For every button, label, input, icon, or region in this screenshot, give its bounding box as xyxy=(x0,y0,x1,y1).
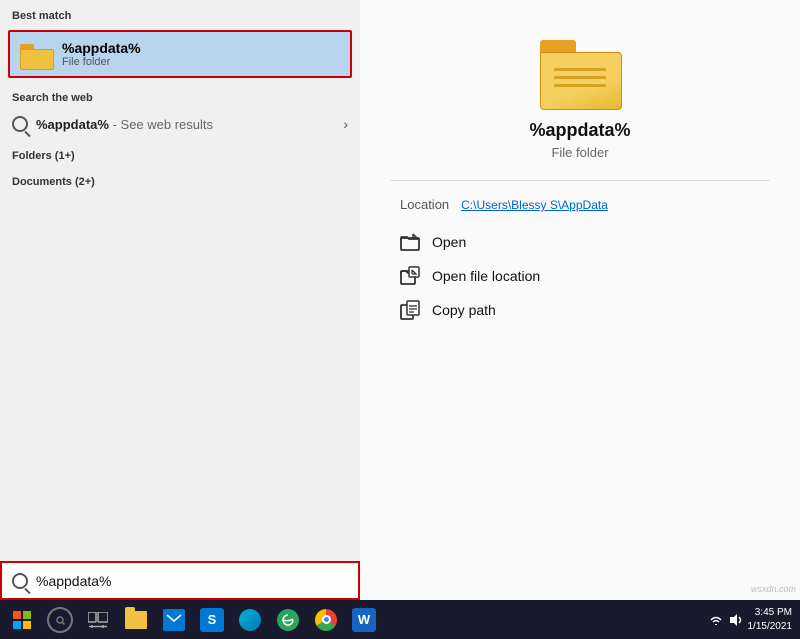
wifi-icon xyxy=(708,612,724,628)
documents-header: Documents (2+) xyxy=(0,166,360,192)
search-bar-container xyxy=(0,561,360,600)
best-match-header: Best match xyxy=(0,0,360,26)
copy-path-label: Copy path xyxy=(432,302,496,318)
word-icon: W xyxy=(352,608,376,632)
location-path[interactable]: C:\Users\Blessy S\AppData xyxy=(461,198,608,212)
best-match-subtitle: File folder xyxy=(62,56,141,68)
open-file-location-label: Open file location xyxy=(432,268,540,284)
search-icon xyxy=(12,116,28,132)
search-panel: Best match %appdata% File folder Search … xyxy=(0,0,360,600)
detail-title: %appdata% xyxy=(529,120,630,141)
search-bar-icon xyxy=(12,573,28,589)
folder-line-2 xyxy=(554,76,606,79)
start-button[interactable] xyxy=(4,602,40,638)
folder-icon-small xyxy=(20,40,52,68)
open-file-location-action[interactable]: Open file location xyxy=(400,266,760,286)
open-action[interactable]: Open xyxy=(400,232,760,252)
chevron-right-icon: › xyxy=(343,116,348,132)
system-tray: 3:45 PM 1/15/2021 xyxy=(708,606,797,634)
best-match-title: %appdata% xyxy=(62,40,141,56)
open-icon xyxy=(400,232,420,252)
cortana-icon xyxy=(47,607,73,633)
volume-icon xyxy=(728,612,744,628)
folder-icon-large xyxy=(540,40,620,108)
search-input[interactable] xyxy=(36,573,348,589)
detail-location: Location C:\Users\Blessy S\AppData xyxy=(390,197,770,212)
detail-divider xyxy=(390,180,770,181)
mail-button[interactable] xyxy=(156,602,192,638)
detail-subtitle: File folder xyxy=(551,145,608,160)
detail-panel: %appdata% File folder Location C:\Users\… xyxy=(360,0,800,600)
best-match-item[interactable]: %appdata% File folder xyxy=(8,30,352,78)
edge-button[interactable] xyxy=(270,602,306,638)
web-search-query: %appdata% xyxy=(36,117,109,132)
chrome-icon xyxy=(315,609,337,631)
store-button[interactable]: S xyxy=(194,602,230,638)
folder-line-1 xyxy=(554,68,606,71)
best-match-text: %appdata% File folder xyxy=(62,40,141,68)
web-search-header: Search the web xyxy=(0,82,360,108)
file-explorer-button[interactable] xyxy=(118,602,154,638)
detail-actions: Open Open file location xyxy=(390,232,770,320)
taskbar: S W 3:4 xyxy=(0,600,800,639)
cortana-button[interactable] xyxy=(42,602,78,638)
location-label: Location xyxy=(400,197,449,212)
copy-path-icon xyxy=(400,300,420,320)
store-icon: S xyxy=(200,608,224,632)
task-view-button[interactable] xyxy=(80,602,116,638)
web-search-suffix: - See web results xyxy=(109,117,213,132)
word-button[interactable]: W xyxy=(346,602,382,638)
folder-line-3 xyxy=(554,84,606,87)
web-search-item[interactable]: %appdata% - See web results › xyxy=(0,108,360,140)
chrome-button[interactable] xyxy=(308,602,344,638)
web-search-text: %appdata% - See web results xyxy=(36,117,213,132)
clock[interactable]: 3:45 PM 1/15/2021 xyxy=(748,606,793,634)
folder-lines xyxy=(554,68,606,87)
folders-header: Folders (1+) xyxy=(0,140,360,166)
browser-button[interactable] xyxy=(232,602,268,638)
edge-icon xyxy=(277,609,299,631)
browser-icon xyxy=(239,609,261,631)
open-file-location-icon xyxy=(400,266,420,286)
mail-icon xyxy=(163,609,185,631)
copy-path-action[interactable]: Copy path xyxy=(400,300,760,320)
file-explorer-icon xyxy=(125,611,147,629)
open-label: Open xyxy=(432,234,466,250)
watermark: wsxdn.com xyxy=(751,584,796,594)
